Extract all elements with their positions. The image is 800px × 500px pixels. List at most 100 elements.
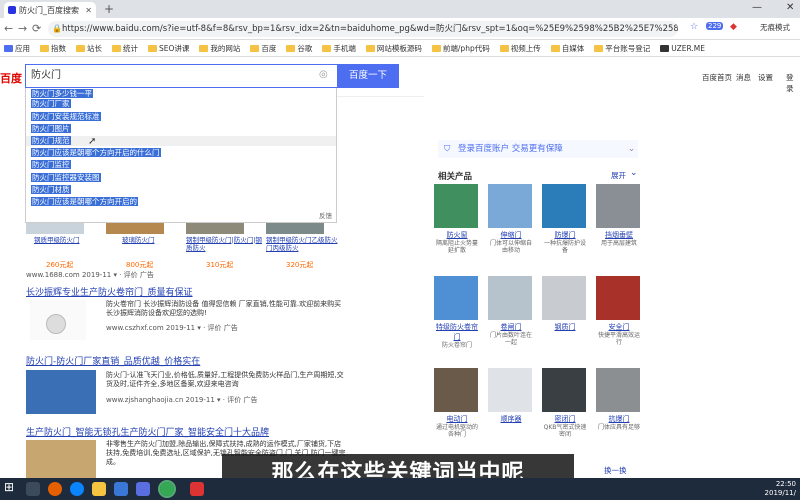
incognito-label[interactable]: 无痕模式 [760, 22, 790, 33]
bookmark-item[interactable]: 百度 [250, 43, 276, 54]
switch-link[interactable]: 换一换 [604, 465, 627, 476]
chevron-down-icon[interactable]: ⌄ [630, 168, 638, 178]
suggestion-item[interactable]: 防火门应该是朝哪个方向开启的什么门 [31, 148, 161, 158]
reload-icon[interactable]: ⟳ [32, 22, 41, 35]
firefox-icon[interactable] [48, 482, 62, 496]
extension-badge[interactable]: 229 [706, 22, 724, 30]
star-icon[interactable]: ☆ [690, 22, 698, 32]
search-button[interactable]: 百度一下 [337, 64, 399, 88]
product-caption[interactable]: 玻璃防火门 [122, 236, 180, 244]
product-image[interactable] [434, 368, 478, 412]
product-image[interactable] [542, 276, 586, 320]
camera-icon[interactable]: ◎ [319, 69, 328, 80]
suggestion-item[interactable]: 防火门厂家 [31, 99, 71, 109]
new-tab-icon[interactable]: + [104, 2, 114, 16]
messages-link[interactable]: 消息 [736, 72, 751, 83]
product-caption[interactable]: 钢制甲级防火门乙级防火门丙级防火 [266, 236, 338, 252]
suggestion-item[interactable]: 防火门监控器安装图 [31, 173, 101, 183]
suggestion-item[interactable]: 防火门规范 [26, 136, 336, 146]
product-image[interactable] [596, 276, 640, 320]
expand-link[interactable]: 展开 [611, 170, 626, 181]
related-product[interactable]: 防火窗 隔离阻止火势蔓延扩散 [434, 184, 480, 254]
suggestion-item[interactable]: 防火门材质 [31, 185, 71, 195]
close-tab-icon[interactable]: ✕ [85, 6, 92, 15]
bookmark-item[interactable]: 我的网站 [199, 43, 240, 54]
related-product[interactable]: 电动门 通过电机驱动的各种门 [434, 368, 480, 438]
related-product[interactable]: 抗爆门 门体应具有足够 [596, 368, 642, 431]
windows-start-icon[interactable]: ⊞ [4, 480, 18, 494]
related-product[interactable]: 安全门 快捷平滑高效运行 [596, 276, 642, 346]
product-caption[interactable]: 钢制甲级防火门|防火门|钢质防火 [186, 236, 264, 252]
address-input[interactable]: 🔒 https://www.baidu.com/s?ie=utf-8&f=8&r… [48, 21, 678, 37]
feedback-link[interactable]: 反馈 [319, 210, 332, 220]
extension-icon[interactable]: ◆ [730, 22, 737, 32]
related-product[interactable]: 卷闸门 门片由数叶连在一起 [488, 276, 534, 346]
back-icon[interactable]: ← [4, 22, 13, 35]
bookmark-item[interactable]: SEO讲课 [148, 43, 189, 54]
product-name[interactable]: 卷闸门 [488, 322, 534, 332]
product-name[interactable]: 钢质门 [542, 322, 588, 332]
bookmark-item[interactable]: 平台账号登记 [594, 43, 650, 54]
related-product[interactable]: 密闭门 QKB气密式快速密闭 [542, 368, 588, 438]
folder-icon[interactable] [92, 482, 106, 496]
product-name[interactable]: 顺序器 [488, 414, 534, 424]
result-title[interactable]: 生产防火门_智能无锁孔生产防火门厂家_智能安全门十大品牌 [26, 425, 269, 438]
login-link[interactable]: 登录 [786, 72, 800, 94]
result-image[interactable] [26, 440, 96, 478]
bookmark-item[interactable]: 站长 [76, 43, 102, 54]
product-image[interactable] [542, 368, 586, 412]
chrome-icon[interactable] [158, 480, 176, 498]
suggestion-item[interactable]: 防火门应该是朝哪个方向开启的 [31, 197, 138, 207]
related-product[interactable]: 伸缩门 门体可以伸缩自由移动 [488, 184, 534, 254]
suggestion-item[interactable]: 防火门图片 [31, 124, 71, 134]
result-title[interactable]: 防火门-防火门厂家直销_品质优越_价格实在 [26, 354, 200, 367]
close-window-icon[interactable]: ✕ [786, 2, 794, 13]
settings-link[interactable]: 设置 [758, 72, 773, 83]
suggestion-item[interactable]: 防火门多少钱一平 [31, 89, 93, 99]
result-image[interactable] [26, 370, 96, 414]
product-name[interactable]: 特级防火卷帘门 [434, 322, 480, 342]
tab-baidu-search[interactable]: 防火门_百度搜索 ✕ [4, 2, 96, 18]
product-name[interactable]: 抗爆门 [596, 414, 642, 424]
minimize-icon[interactable]: — [752, 2, 762, 13]
bookmark-item[interactable]: 谷歌 [286, 43, 312, 54]
product-name[interactable]: 伸缩门 [488, 230, 534, 240]
browser-icon[interactable] [70, 482, 84, 496]
related-product[interactable]: 特级防火卷帘门 防火卷帘门 [434, 276, 480, 349]
suggestion-item[interactable]: 防火门安装规范标准 [31, 112, 101, 122]
result-image[interactable] [30, 300, 86, 340]
bookmark-item[interactable]: 网站模板源码 [365, 43, 422, 54]
forward-icon[interactable]: → [18, 22, 27, 35]
app-icon[interactable] [136, 482, 150, 496]
task-view-icon[interactable] [26, 482, 40, 496]
product-image[interactable] [488, 276, 532, 320]
app-icon[interactable] [114, 482, 128, 496]
suggestion-item[interactable]: 防火门监控 [31, 160, 71, 170]
product-name[interactable]: 挡烟垂壁 [596, 230, 642, 240]
product-name[interactable]: 密闭门 [542, 414, 588, 424]
product-image[interactable] [488, 368, 532, 412]
search-input[interactable]: 防火门 [25, 64, 337, 88]
related-product[interactable]: 顺序器 [488, 368, 534, 424]
result-title[interactable]: 长沙振辉专业生产防火卷帘门_质量有保证 [26, 285, 193, 298]
product-image[interactable] [488, 184, 532, 228]
bookmark-item[interactable]: 前端/php代码 [431, 43, 490, 54]
bookmark-item[interactable]: 应用 [4, 43, 30, 54]
bookmark-item[interactable]: UZER.ME [660, 44, 705, 53]
related-product[interactable]: 防爆门 一种抗爆防护设备 [542, 184, 588, 254]
product-image[interactable] [596, 368, 640, 412]
system-clock[interactable]: 22:50 2019/11/ [765, 480, 796, 498]
product-image[interactable] [596, 184, 640, 228]
related-product[interactable]: 钢质门 [542, 276, 588, 332]
bookmark-item[interactable]: 自媒体 [550, 43, 584, 54]
bookmark-item[interactable]: 手机端 [322, 43, 356, 54]
product-caption[interactable]: 钢质甲级防火门 [34, 236, 92, 244]
home-link[interactable]: 百度首页 [702, 72, 732, 83]
related-product[interactable]: 挡烟垂壁 用于高层建筑 [596, 184, 642, 247]
product-name[interactable]: 防火窗 [434, 230, 480, 240]
product-image[interactable] [542, 184, 586, 228]
product-image[interactable] [434, 184, 478, 228]
product-name[interactable]: 安全门 [596, 322, 642, 332]
login-banner[interactable]: ⛉ 登录百度账户 交易更有保障 ⌄ [438, 140, 638, 158]
bookmark-item[interactable]: 视频上传 [499, 43, 541, 54]
